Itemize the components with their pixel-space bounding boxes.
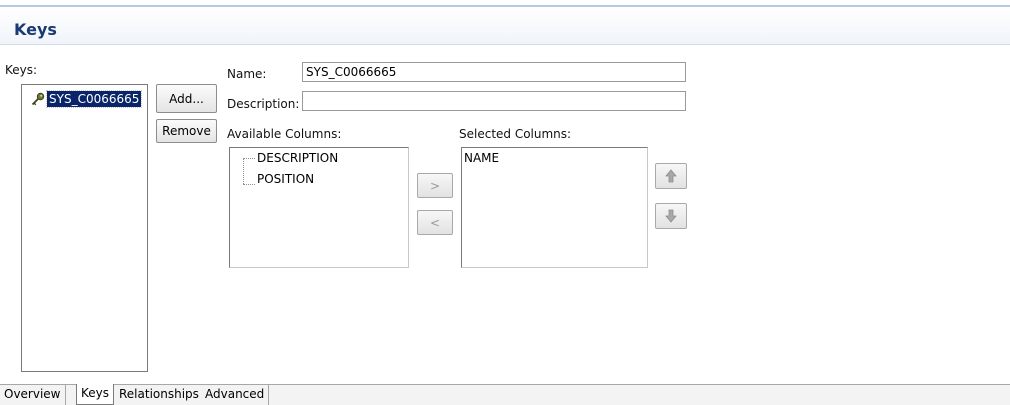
keys-list[interactable]: SYS_C0066665 [21, 84, 148, 372]
arrow-up-icon [665, 169, 677, 183]
description-input[interactable] [302, 91, 686, 111]
remove-key-button[interactable]: Remove [156, 119, 217, 143]
add-key-button[interactable]: Add... [156, 84, 217, 113]
key-item-label: SYS_C0066665 [45, 89, 143, 108]
key-list-item[interactable]: SYS_C0066665 [31, 89, 143, 108]
name-label: Name: [227, 67, 267, 81]
move-up-button[interactable] [655, 163, 687, 189]
tab-overview[interactable]: Overview [0, 385, 66, 405]
tree-connector [243, 158, 255, 159]
editor-tabs: Overview Keys Relationships Advanced [0, 384, 1010, 405]
key-icon [31, 92, 45, 105]
arrow-down-icon [665, 209, 677, 223]
page-header [0, 5, 1010, 45]
available-columns-label: Available Columns: [227, 127, 342, 141]
tab-advanced[interactable]: Advanced [201, 385, 270, 405]
page-title: Keys [14, 20, 57, 39]
description-label: Description: [227, 97, 300, 111]
add-column-button[interactable]: > [417, 173, 453, 198]
keys-label: Keys: [5, 63, 38, 77]
available-column-item[interactable]: POSITION [257, 171, 314, 187]
name-input[interactable] [302, 62, 686, 82]
tree-connector [243, 158, 244, 184]
selected-column-item[interactable]: NAME [464, 150, 499, 166]
tab-relationships[interactable]: Relationships [115, 385, 204, 405]
available-column-item[interactable]: DESCRIPTION [257, 150, 338, 166]
move-down-button[interactable] [655, 203, 687, 229]
selected-columns-label: Selected Columns: [459, 127, 572, 141]
selected-columns-list[interactable]: NAME [461, 147, 648, 268]
available-columns-list[interactable]: DESCRIPTION POSITION [229, 147, 409, 268]
remove-column-button[interactable]: < [417, 210, 453, 235]
tab-keys[interactable]: Keys [76, 384, 115, 405]
tree-connector [243, 184, 255, 185]
